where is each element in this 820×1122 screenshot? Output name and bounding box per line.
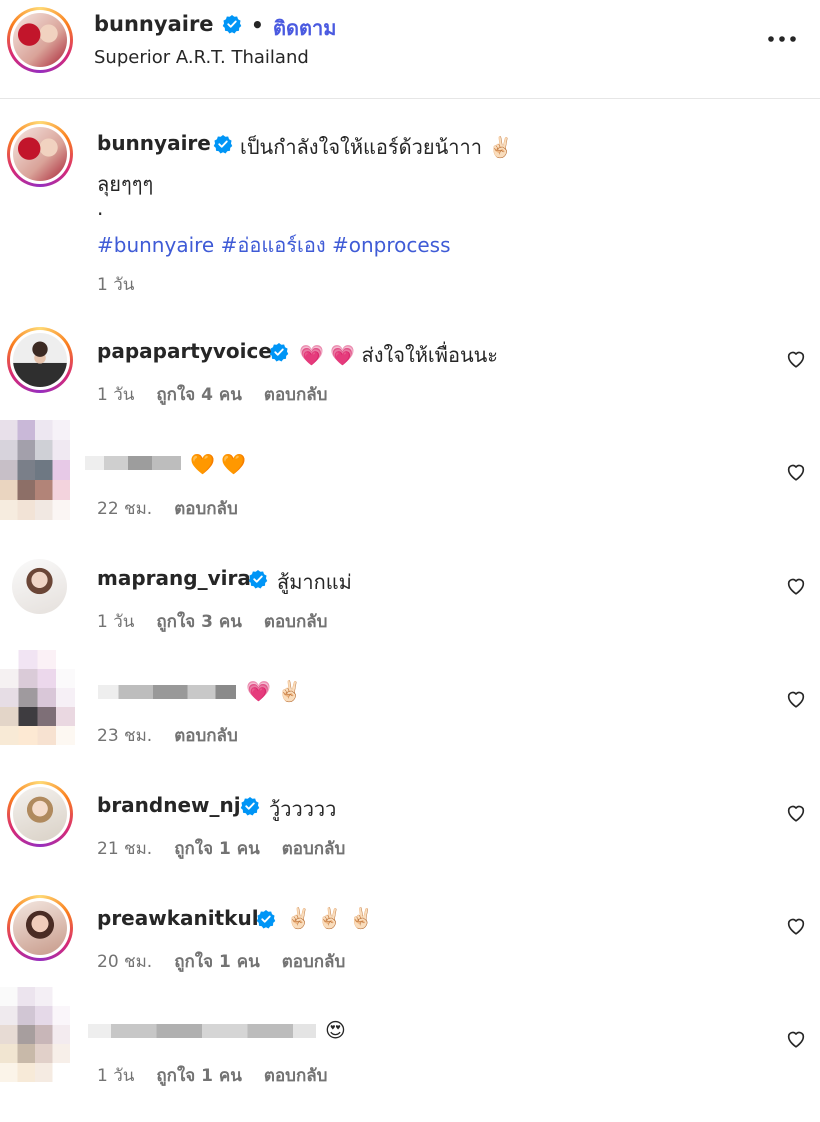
comment-time: 23 ชม. — [97, 726, 153, 746]
comment-username[interactable]: preawkanitkul — [97, 906, 259, 930]
like-heart-icon[interactable] — [785, 461, 807, 483]
caption-time: 1 วัน — [97, 275, 135, 295]
caption-line-2: ลุยๆๆๆ — [97, 172, 154, 196]
caption-hashtags[interactable]: #bunnyaire #อ่อแอร์เอง #onprocess — [97, 229, 451, 261]
caption-username[interactable]: bunnyaire — [97, 131, 211, 155]
comment-text: 🧡 🧡 — [190, 452, 247, 476]
blurred-avatar[interactable] — [0, 420, 70, 520]
comment-text: 💗 💗 ส่งใจให้เพื่อนนะ — [299, 343, 499, 367]
reply-button[interactable]: ตอบกลับ — [264, 1066, 328, 1086]
like-heart-icon[interactable] — [785, 688, 807, 710]
comment-meta: 1 วัน ถูกใจ 4 คน ตอบกลับ — [97, 381, 349, 408]
like-heart-icon[interactable] — [785, 575, 807, 597]
like-heart-icon[interactable] — [785, 1028, 807, 1050]
commenter-avatar[interactable] — [7, 327, 73, 393]
verified-badge-icon — [240, 796, 260, 816]
verified-badge-icon — [213, 134, 233, 154]
commenter-avatar[interactable] — [7, 781, 73, 847]
comment-time: 1 วัน — [97, 385, 135, 405]
verified-badge-icon — [222, 14, 242, 34]
comment-text: 💗 ✌🏻 — [246, 679, 303, 703]
more-horizontal-icon[interactable] — [766, 33, 798, 45]
caption-line-3: . — [97, 196, 104, 220]
commenter-avatar[interactable] — [12, 559, 67, 614]
reply-button[interactable]: ตอบกลับ — [264, 385, 328, 405]
avatar-photo — [13, 787, 67, 841]
comment-meta: 23 ชม. ตอบกลับ — [97, 722, 260, 749]
avatar-photo — [13, 901, 67, 955]
reply-button[interactable]: ตอบกลับ — [264, 612, 328, 632]
comment-username[interactable]: brandnew_nj — [97, 793, 241, 817]
blurred-username[interactable] — [98, 685, 236, 699]
comment-text: วู้ววววว — [269, 797, 337, 821]
comment-meta: 1 วัน ถูกใจ 3 คน ตอบกลับ — [97, 608, 349, 635]
reply-button[interactable]: ตอบกลับ — [282, 839, 346, 859]
comment-time: 20 ชม. — [97, 952, 153, 972]
comment-likes[interactable]: ถูกใจ 1 คน — [174, 839, 260, 859]
blurred-avatar[interactable] — [0, 987, 70, 1082]
caption-avatar[interactable] — [7, 121, 73, 187]
separator-dot: • — [251, 13, 264, 37]
location-link[interactable]: Superior A.R.T. Thailand — [94, 47, 309, 68]
comment-likes[interactable]: ถูกใจ 4 คน — [156, 385, 242, 405]
like-heart-icon[interactable] — [785, 348, 807, 370]
follow-button[interactable]: ติดตาม — [273, 12, 336, 44]
blurred-avatar[interactable] — [0, 650, 75, 745]
comment-likes[interactable]: ถูกใจ 1 คน — [174, 952, 260, 972]
comment-time: 1 วัน — [97, 612, 135, 632]
blurred-username[interactable] — [85, 456, 181, 470]
commenter-avatar[interactable] — [7, 895, 73, 961]
comment-time: 21 ชม. — [97, 839, 153, 859]
verified-badge-icon — [256, 909, 276, 929]
comment-time: 22 ชม. — [97, 499, 153, 519]
reply-button[interactable]: ตอบกลับ — [282, 952, 346, 972]
comment-meta: 20 ชม. ถูกใจ 1 คน ตอบกลับ — [97, 948, 367, 975]
post-header: bunnyaire • ติดตาม Superior A.R.T. Thail… — [0, 0, 820, 99]
comment-meta: 1 วัน ถูกใจ 1 คน ตอบกลับ — [97, 1062, 349, 1089]
author-avatar[interactable] — [7, 7, 73, 73]
avatar-photo — [13, 333, 67, 387]
comment-meta: 22 ชม. ตอบกลับ — [97, 495, 260, 522]
avatar-photo — [13, 13, 67, 67]
comment-text: 😍 — [325, 1018, 346, 1042]
verified-badge-icon — [248, 569, 268, 589]
like-heart-icon[interactable] — [785, 802, 807, 824]
comment-time: 1 วัน — [97, 1066, 135, 1086]
comment-text: สู้มากแม่ — [277, 570, 352, 594]
avatar-photo — [13, 127, 67, 181]
comment-username[interactable]: maprang_vira — [97, 566, 251, 590]
comment-meta: 21 ชม. ถูกใจ 1 คน ตอบกลับ — [97, 835, 367, 862]
author-username[interactable]: bunnyaire — [94, 12, 214, 36]
comment-likes[interactable]: ถูกใจ 3 คน — [156, 612, 242, 632]
verified-badge-icon — [269, 342, 289, 362]
comment-text: ✌🏻 ✌🏻 ✌🏻 — [286, 906, 374, 930]
reply-button[interactable]: ตอบกลับ — [174, 726, 238, 746]
comment-username[interactable]: papapartyvoice — [97, 339, 272, 363]
like-heart-icon[interactable] — [785, 915, 807, 937]
reply-button[interactable]: ตอบกลับ — [174, 499, 238, 519]
blurred-username[interactable] — [88, 1024, 316, 1038]
caption-line-1: เป็นกำลังใจให้แอร์ด้วยน้าาา ✌🏻 — [240, 135, 514, 159]
comment-likes[interactable]: ถูกใจ 1 คน — [156, 1066, 242, 1086]
